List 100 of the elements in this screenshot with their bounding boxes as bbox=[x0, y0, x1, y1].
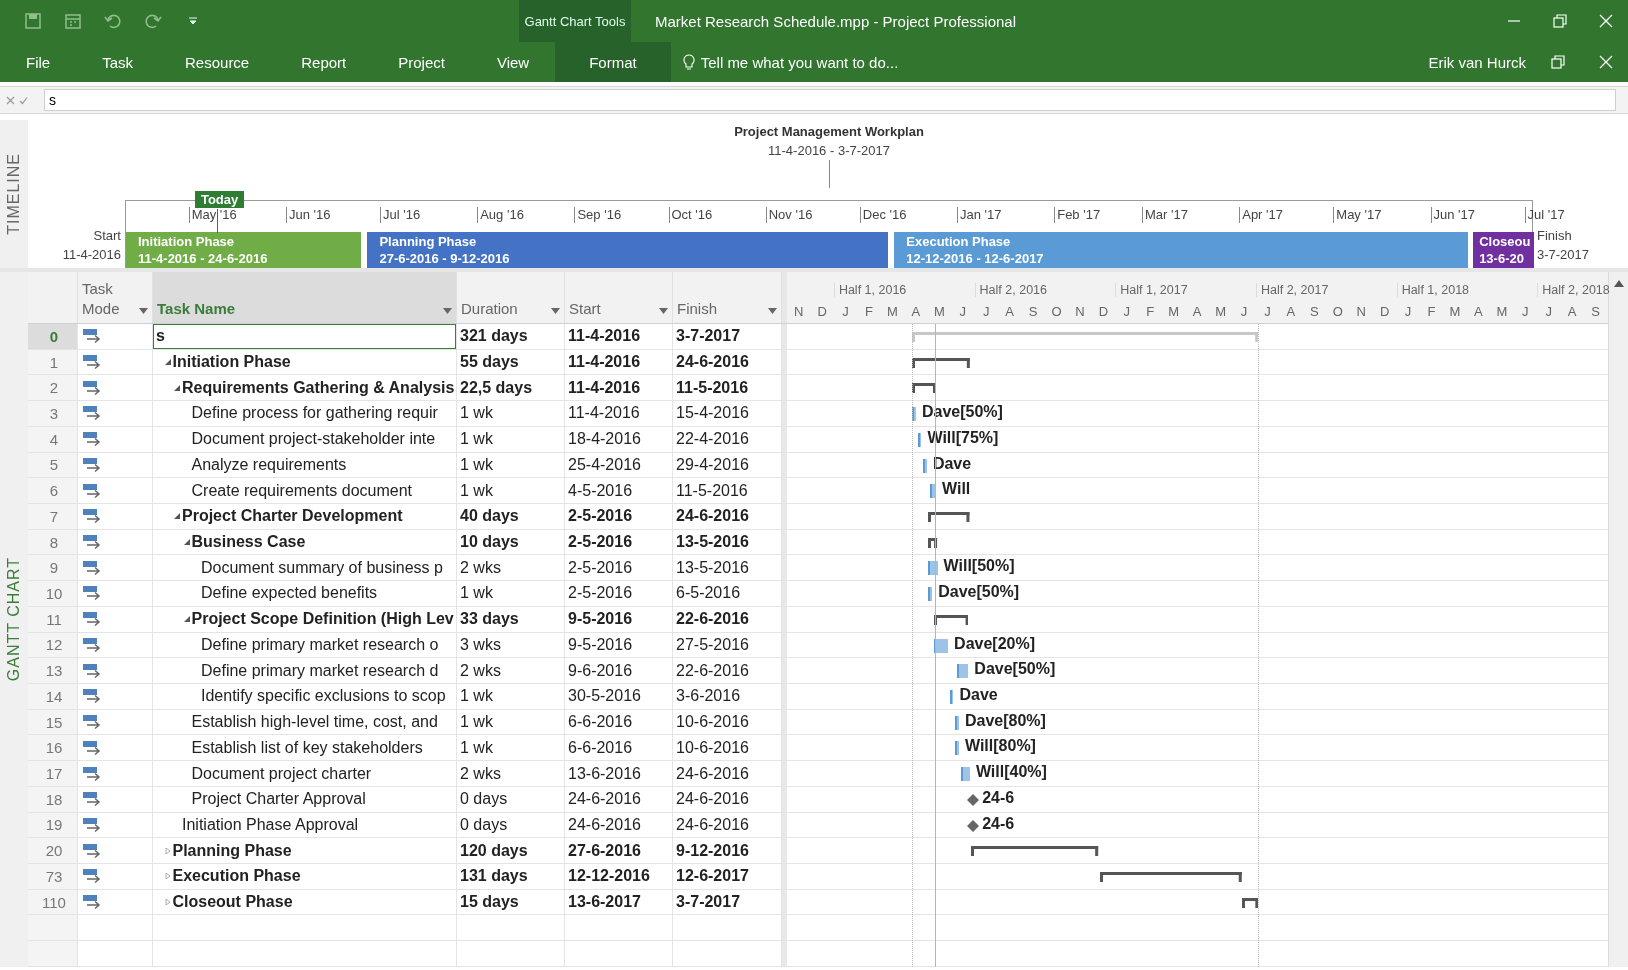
check-icon[interactable] bbox=[19, 95, 28, 105]
row-number[interactable]: 13 bbox=[28, 658, 78, 683]
restore-icon[interactable] bbox=[1550, 54, 1566, 70]
ribbon-tab[interactable]: View bbox=[470, 42, 556, 82]
pane-splitter[interactable] bbox=[782, 889, 787, 915]
calendar-icon[interactable] bbox=[64, 12, 82, 30]
caret-icon[interactable] bbox=[139, 307, 148, 314]
column-header[interactable]: Duration bbox=[457, 272, 565, 323]
scroll-up-icon[interactable] bbox=[1613, 280, 1624, 287]
caret-icon[interactable] bbox=[443, 307, 452, 314]
pane-splitter[interactable] bbox=[782, 812, 787, 838]
phase-bar[interactable]: Planning Phase 27-6-2016 - 9-12-2016 bbox=[367, 232, 888, 268]
row-number[interactable]: 5 bbox=[28, 452, 78, 478]
close-icon[interactable] bbox=[1598, 13, 1614, 29]
task-name-field[interactable]: s bbox=[153, 323, 456, 349]
start-cell: 6-6-2016 bbox=[565, 735, 673, 761]
restore-icon[interactable] bbox=[1552, 13, 1568, 29]
row-number[interactable]: 3 bbox=[28, 401, 78, 426]
row-number[interactable]: 17 bbox=[28, 761, 78, 786]
pane-splitter[interactable] bbox=[782, 632, 787, 658]
tell-me-search[interactable]: Tell me what you want to do... bbox=[700, 53, 899, 71]
row-number[interactable]: 1 bbox=[28, 349, 78, 375]
ribbon-tab[interactable]: Resource bbox=[159, 42, 276, 82]
row-number[interactable]: 20 bbox=[28, 838, 78, 863]
pane-splitter[interactable] bbox=[782, 478, 787, 503]
pane-splitter[interactable] bbox=[782, 941, 787, 966]
phase-bar[interactable]: Initiation Phase 11-4-2016 - 24-6-2016 bbox=[126, 232, 362, 268]
pane-splitter[interactable] bbox=[782, 555, 787, 581]
today-marker: Today bbox=[194, 191, 245, 208]
expand-icon[interactable] bbox=[164, 899, 171, 906]
ribbon-tab[interactable]: File bbox=[0, 42, 77, 82]
expand-icon[interactable] bbox=[164, 847, 171, 854]
task-name: Initiation Phase Approval bbox=[182, 815, 359, 834]
pane-splitter[interactable] bbox=[782, 503, 787, 529]
row-number[interactable]: 12 bbox=[28, 632, 78, 658]
pane-splitter[interactable] bbox=[782, 684, 787, 709]
duration-cell: 10 days bbox=[457, 529, 565, 555]
expand-icon[interactable] bbox=[164, 873, 171, 880]
row-number[interactable]: 14 bbox=[28, 684, 78, 709]
pane-splitter[interactable] bbox=[782, 323, 787, 349]
row-number[interactable]: 18 bbox=[28, 786, 78, 812]
pane-splitter[interactable] bbox=[782, 658, 787, 683]
ribbon-tab[interactable]: Task bbox=[76, 42, 159, 82]
row-number[interactable]: 19 bbox=[28, 812, 78, 838]
row-number[interactable]: 15 bbox=[28, 709, 78, 735]
collapse-icon[interactable] bbox=[174, 513, 180, 520]
task-bar bbox=[955, 741, 959, 756]
caret-icon[interactable] bbox=[768, 307, 777, 314]
pane-splitter[interactable] bbox=[782, 426, 787, 452]
entry-field[interactable]: s bbox=[44, 89, 1616, 111]
task-name: Closeout Phase bbox=[172, 893, 293, 912]
row-number[interactable]: 16 bbox=[28, 735, 78, 761]
row-number[interactable]: 9 bbox=[28, 555, 78, 581]
row-number[interactable]: 7 bbox=[28, 503, 78, 529]
pane-splitter[interactable] bbox=[782, 349, 787, 375]
pane-splitter[interactable] bbox=[782, 786, 787, 812]
caret-icon[interactable] bbox=[659, 307, 668, 314]
row-number[interactable]: 110 bbox=[28, 889, 78, 915]
pane-splitter[interactable] bbox=[782, 709, 787, 735]
row-header[interactable] bbox=[28, 915, 78, 941]
column-header[interactable]: Task Name bbox=[153, 272, 457, 323]
phase-bar[interactable]: Execution Phase 12-12-2016 - 12-6-2017 bbox=[894, 232, 1469, 268]
row-number[interactable]: 2 bbox=[28, 375, 78, 401]
user-name[interactable]: Erik van Hurck bbox=[1428, 42, 1550, 82]
ribbon-tab[interactable]: Format bbox=[555, 42, 671, 82]
pane-splitter[interactable] bbox=[782, 838, 787, 863]
phase-bar[interactable]: Closeou 13-6-20 bbox=[1473, 232, 1534, 268]
pane-splitter[interactable] bbox=[782, 581, 787, 606]
pane-splitter[interactable] bbox=[782, 915, 787, 941]
row-number[interactable]: 4 bbox=[28, 426, 78, 452]
undo-icon[interactable] bbox=[104, 12, 122, 30]
save-icon[interactable] bbox=[24, 12, 42, 30]
task-mode-icon bbox=[82, 765, 102, 782]
pane-splitter[interactable] bbox=[782, 452, 787, 478]
column-header[interactable]: Start bbox=[565, 272, 673, 323]
row-number[interactable]: 10 bbox=[28, 581, 78, 606]
pane-splitter[interactable] bbox=[782, 761, 787, 786]
row-number[interactable]: 11 bbox=[28, 606, 78, 632]
collapse-icon[interactable] bbox=[164, 359, 171, 365]
pane-splitter[interactable] bbox=[782, 529, 787, 555]
collapse-icon[interactable] bbox=[174, 384, 180, 391]
redo-icon[interactable] bbox=[144, 12, 162, 30]
row-header[interactable] bbox=[28, 941, 78, 966]
pane-splitter[interactable] bbox=[782, 606, 787, 632]
cancel-icon[interactable] bbox=[6, 95, 15, 105]
pane-splitter[interactable] bbox=[782, 375, 787, 401]
pane-splitter[interactable] bbox=[782, 735, 787, 761]
ribbon-tab[interactable]: Report bbox=[275, 42, 373, 82]
pane-splitter[interactable] bbox=[782, 272, 787, 323]
collapse-icon[interactable] bbox=[183, 616, 190, 623]
collapse-icon[interactable] bbox=[183, 539, 190, 546]
row-number[interactable]: 8 bbox=[28, 529, 78, 555]
row-number[interactable]: 73 bbox=[28, 864, 78, 889]
row-number[interactable]: 0 bbox=[28, 323, 78, 349]
ribbon-tab[interactable]: Project bbox=[372, 42, 471, 82]
pane-splitter[interactable] bbox=[782, 401, 787, 426]
pane-splitter[interactable] bbox=[782, 864, 787, 889]
close-icon[interactable] bbox=[1598, 54, 1614, 70]
caret-icon[interactable] bbox=[551, 307, 560, 314]
row-number[interactable]: 6 bbox=[28, 478, 78, 503]
